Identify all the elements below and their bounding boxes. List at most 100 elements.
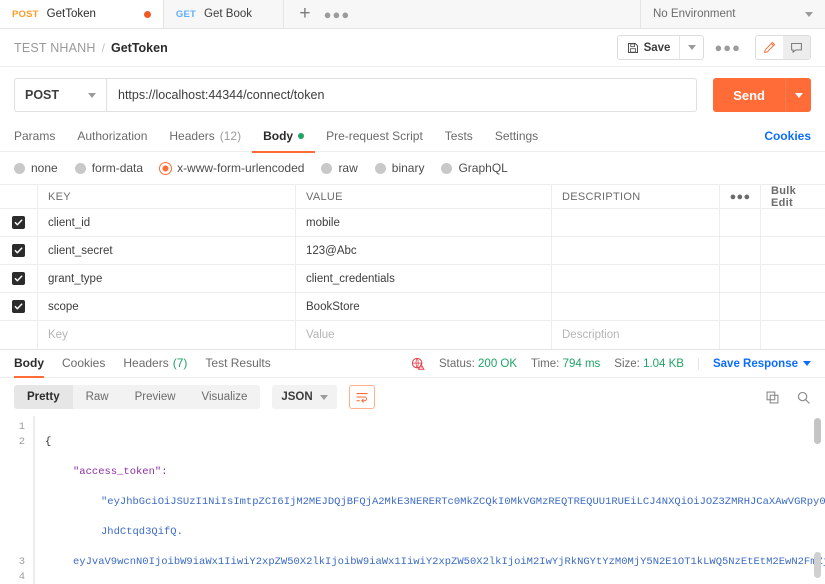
send-button[interactable]: Send xyxy=(713,78,785,112)
new-row-value-placeholder[interactable]: Value xyxy=(296,321,552,349)
response-status: Status: 200 OK xyxy=(439,358,517,370)
code-scrollbar[interactable] xyxy=(814,416,821,584)
bulk-edit-button[interactable]: Bulk Edit xyxy=(761,185,825,209)
breadcrumb-current: GetToken xyxy=(110,40,168,55)
tab-more-icon[interactable]: ●●● xyxy=(322,0,352,28)
code-scrollbar-thumb[interactable] xyxy=(814,418,821,444)
tab-authorization[interactable]: Authorization xyxy=(66,122,158,153)
breadcrumb-bar: TEST NHANH / GetToken Save ●●● xyxy=(0,29,825,67)
row-description[interactable] xyxy=(552,237,720,264)
breadcrumb-collection[interactable]: TEST NHANH xyxy=(14,41,96,55)
table-row: scope BookStore xyxy=(0,293,825,321)
environment-label: No Environment xyxy=(653,8,736,20)
row-options xyxy=(720,237,761,264)
new-row-key-placeholder[interactable]: Key xyxy=(38,321,296,349)
http-method-select[interactable]: POST xyxy=(14,78,106,112)
unsaved-dot-icon xyxy=(143,10,151,18)
row-description[interactable] xyxy=(552,293,720,320)
view-mode-group: Pretty Raw Preview Visualize xyxy=(14,385,261,409)
row-value[interactable]: 123@Abc xyxy=(296,237,552,264)
view-mode-visualize[interactable]: Visualize xyxy=(189,385,261,409)
row-tail xyxy=(761,293,825,320)
tab-pre-request-script[interactable]: Pre-request Script xyxy=(315,122,434,153)
radio-icon xyxy=(441,162,453,174)
request-tab-getbook[interactable]: GET Get Book xyxy=(163,0,284,28)
edit-request-button[interactable] xyxy=(756,36,783,59)
copy-response-button[interactable] xyxy=(765,390,780,405)
line-number-gutter: 1 2 3 4 5 xyxy=(0,416,34,584)
tab-tests-label: Tests xyxy=(444,129,473,143)
tab-headers[interactable]: Headers (12) xyxy=(158,122,252,153)
header-checkbox-cell xyxy=(0,185,38,208)
response-size-label: Size: xyxy=(614,357,640,370)
view-mode-raw[interactable]: Raw xyxy=(73,385,122,409)
body-type-x-www-form-urlencoded[interactable]: x-www-form-urlencoded xyxy=(160,161,304,175)
table-options-icon[interactable]: ●●● xyxy=(720,185,761,208)
search-response-button[interactable] xyxy=(796,390,811,405)
comment-request-button[interactable] xyxy=(783,36,810,59)
row-key[interactable]: scope xyxy=(38,293,296,320)
environment-selector[interactable]: No Environment xyxy=(640,0,825,28)
row-tail xyxy=(761,237,825,264)
save-button[interactable]: Save xyxy=(618,36,680,59)
tab-settings[interactable]: Settings xyxy=(484,122,549,153)
radio-icon xyxy=(74,162,86,174)
body-type-raw[interactable]: raw xyxy=(321,161,358,175)
tab-params[interactable]: Params xyxy=(14,122,66,153)
response-format-select[interactable]: JSON xyxy=(272,385,337,409)
send-group: Send xyxy=(713,78,811,112)
cookies-link[interactable]: Cookies xyxy=(764,129,811,143)
tab-method-label: GET xyxy=(175,8,197,20)
line-number: 3 xyxy=(18,556,25,568)
response-body-code[interactable]: { "access_token": "eyJhbGciOiJSUzI1NiIsI… xyxy=(34,416,825,584)
request-tab-gettoken[interactable]: POST GetToken xyxy=(0,0,164,28)
row-value[interactable]: BookStore xyxy=(296,293,552,320)
row-key[interactable]: client_id xyxy=(38,209,296,236)
body-type-graphql-label: GraphQL xyxy=(458,161,508,175)
row-checkbox[interactable] xyxy=(12,272,25,285)
row-key[interactable]: client_secret xyxy=(38,237,296,264)
code-scrollbar-thumb-secondary[interactable] xyxy=(814,552,821,578)
body-type-none[interactable]: none xyxy=(14,161,58,175)
row-description[interactable] xyxy=(552,209,720,236)
response-tab-cookies[interactable]: Cookies xyxy=(62,349,105,378)
request-section-tabs: Params Authorization Headers (12) Body P… xyxy=(0,121,825,153)
new-tab-icon[interactable]: + xyxy=(290,0,320,28)
wrap-lines-button[interactable] xyxy=(348,385,375,409)
view-mode-pretty[interactable]: Pretty xyxy=(14,385,73,409)
request-url-input[interactable] xyxy=(106,78,698,112)
header-key: KEY xyxy=(38,185,296,208)
row-checkbox[interactable] xyxy=(12,300,25,313)
tab-tests[interactable]: Tests xyxy=(434,122,484,153)
tab-body[interactable]: Body xyxy=(252,122,316,153)
response-tab-test-results[interactable]: Test Results xyxy=(205,349,270,378)
row-checkbox[interactable] xyxy=(12,244,25,257)
line-number: 4 xyxy=(18,571,25,583)
http-method-value: POST xyxy=(25,88,60,102)
new-row-description-placeholder[interactable]: Description xyxy=(552,321,720,349)
tab-headers-label: Headers xyxy=(169,129,215,143)
viewer-actions xyxy=(765,390,811,405)
breadcrumb-actions: Save ●●● xyxy=(616,35,811,60)
save-response-button[interactable]: Save Response xyxy=(697,357,811,370)
row-value[interactable]: client_credentials xyxy=(296,265,552,292)
send-options-button[interactable] xyxy=(785,78,811,112)
response-body-code-viewer[interactable]: 1 2 3 4 5 { "access_token": "eyJhbGciOiJ… xyxy=(0,416,825,584)
response-tab-headers[interactable]: Headers (7) xyxy=(123,349,187,378)
response-tab-body[interactable]: Body xyxy=(14,349,44,378)
row-key[interactable]: grant_type xyxy=(38,265,296,292)
save-response-label: Save Response xyxy=(712,357,798,370)
body-type-form-data[interactable]: form-data xyxy=(74,161,143,175)
view-mode-preview[interactable]: Preview xyxy=(122,385,189,409)
body-type-graphql[interactable]: GraphQL xyxy=(441,161,508,175)
request-more-icon[interactable]: ●●● xyxy=(704,40,751,55)
body-type-raw-label: raw xyxy=(338,161,358,175)
body-param-table: KEY VALUE DESCRIPTION ●●● Bulk Edit clie… xyxy=(0,184,825,349)
row-description[interactable] xyxy=(552,265,720,292)
save-dropdown-button[interactable] xyxy=(679,36,703,59)
row-value[interactable]: mobile xyxy=(296,209,552,236)
body-type-binary[interactable]: binary xyxy=(374,161,424,175)
table-row: grant_type client_credentials xyxy=(0,265,825,293)
tab-method-label: POST xyxy=(12,8,39,20)
row-checkbox[interactable] xyxy=(12,216,25,229)
